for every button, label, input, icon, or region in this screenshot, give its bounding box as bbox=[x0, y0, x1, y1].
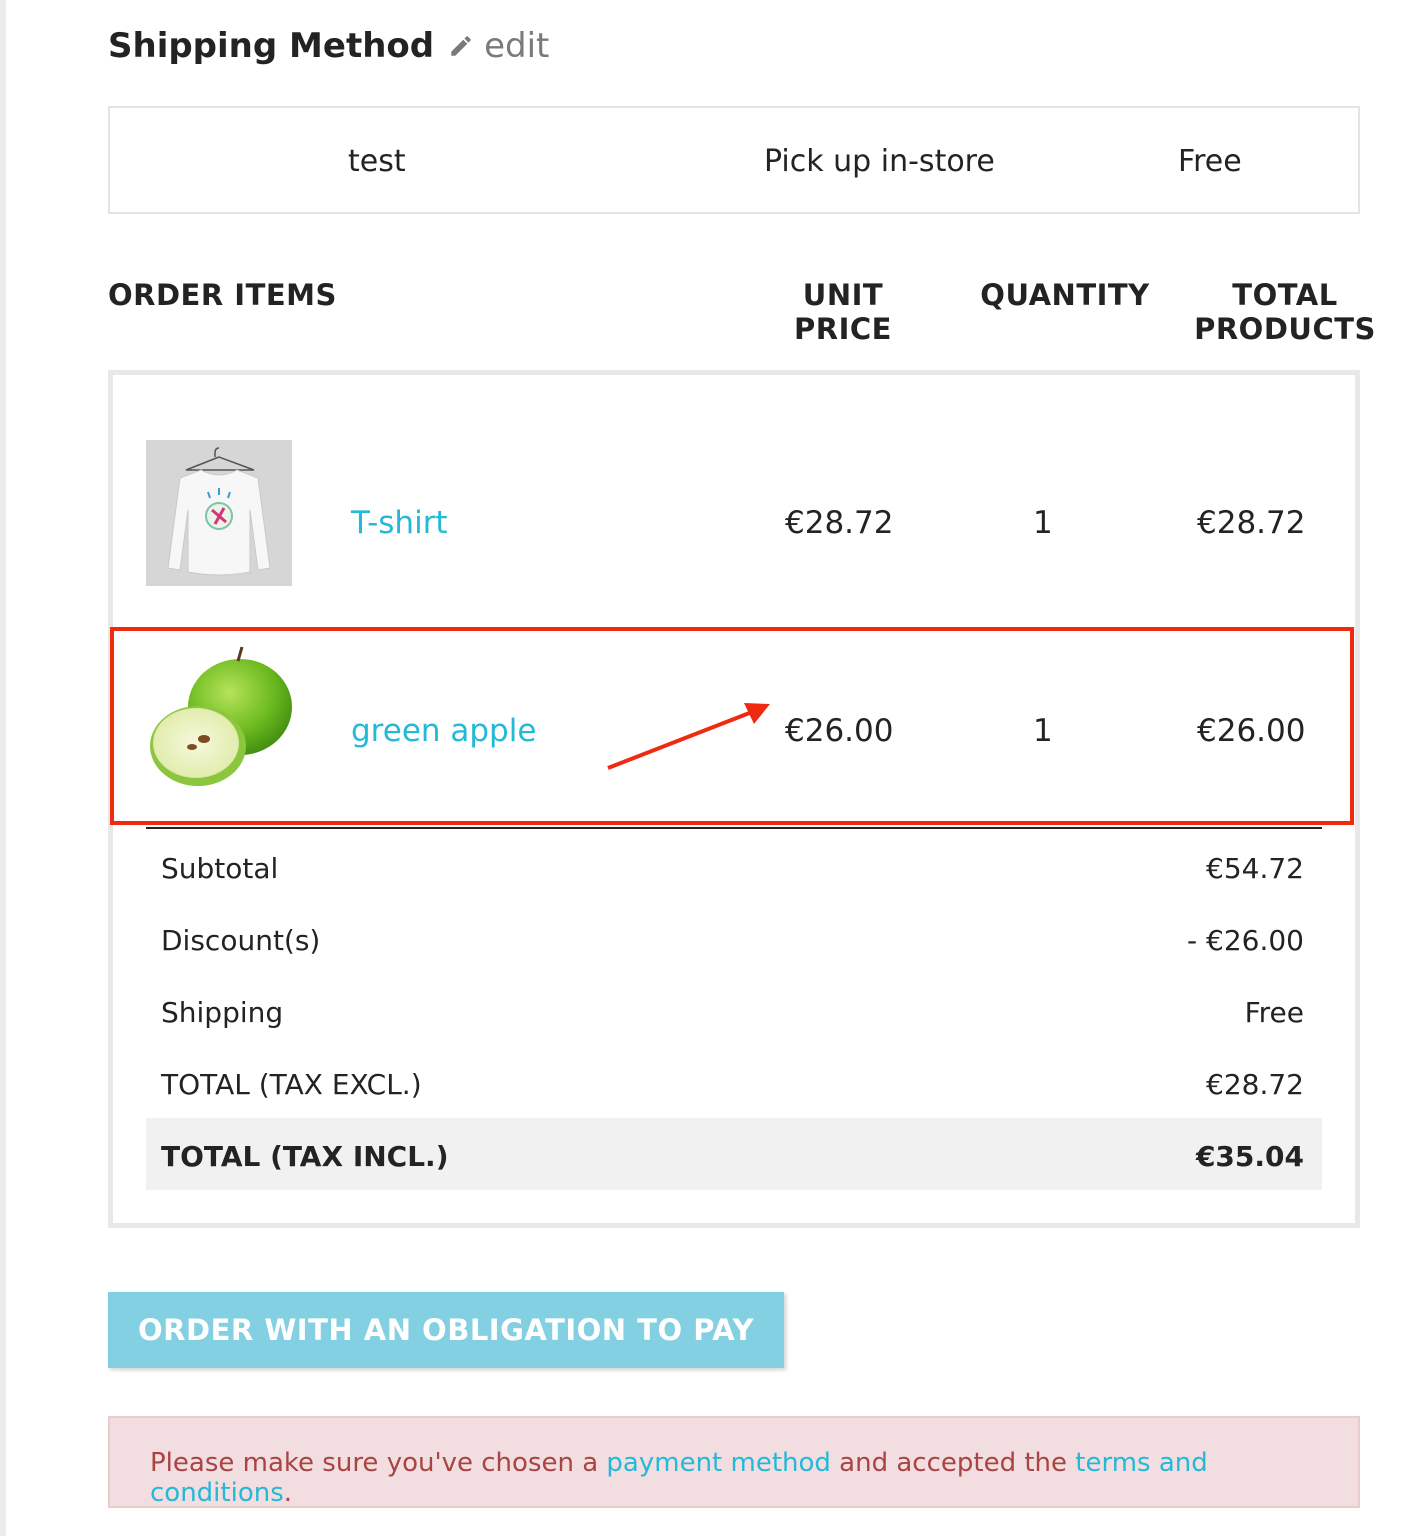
total-price: €28.72 bbox=[1197, 505, 1306, 541]
checkout-confirmation: Shipping Method edit test Pick up in-sto… bbox=[0, 0, 1420, 1536]
carrier-name: test bbox=[348, 144, 406, 179]
subtotal-value: €54.72 bbox=[1206, 852, 1304, 885]
tshirt-thumbnail[interactable] bbox=[146, 440, 292, 586]
alert-text-after: . bbox=[283, 1478, 293, 1508]
total-header-line1: TOTAL bbox=[1232, 278, 1338, 312]
payment-alert: Please make sure you've chosen a payment… bbox=[108, 1416, 1360, 1508]
unit-price: €26.00 bbox=[785, 713, 894, 749]
pencil-icon bbox=[448, 33, 474, 59]
shipping-method-title: Shipping Method bbox=[108, 26, 435, 66]
shipping-value: Free bbox=[1244, 996, 1304, 1029]
order-button[interactable]: ORDER WITH AN OBLIGATION TO PAY bbox=[108, 1292, 784, 1368]
shipping-row: Shipping Free bbox=[146, 974, 1322, 1046]
edit-shipping-link[interactable]: edit bbox=[448, 26, 549, 66]
discounts-row: Discount(s) - €26.00 bbox=[146, 902, 1322, 974]
summary-divider bbox=[146, 827, 1322, 829]
payment-method-link[interactable]: payment method bbox=[606, 1448, 831, 1478]
product-link-green-apple[interactable]: green apple bbox=[351, 713, 536, 749]
total-incl-value: €35.04 bbox=[1195, 1140, 1304, 1173]
product-link-tshirt[interactable]: T-shirt bbox=[351, 505, 448, 541]
shipping-label: Shipping bbox=[161, 996, 284, 1029]
green-apple-thumbnail[interactable] bbox=[146, 645, 292, 791]
quantity: 1 bbox=[1033, 505, 1053, 541]
unit-price-header: UNIT PRICE bbox=[780, 278, 906, 346]
total-header-line2: PRODUCTS bbox=[1194, 312, 1376, 346]
total-price: €26.00 bbox=[1197, 713, 1306, 749]
discounts-label: Discount(s) bbox=[161, 924, 321, 957]
shipping-method-box: test Pick up in-store Free bbox=[108, 106, 1360, 214]
quantity-header: QUANTITY bbox=[980, 278, 1150, 312]
alert-text-middle: and accepted the bbox=[830, 1448, 1076, 1478]
quantity: 1 bbox=[1033, 713, 1053, 749]
order-item-row: T-shirt €28.72 1 €28.72 bbox=[113, 437, 1355, 597]
carrier-price: Free bbox=[1178, 144, 1242, 179]
total-incl-row: TOTAL (TAX INCL.) €35.04 bbox=[146, 1118, 1322, 1190]
shipping-method-header: Shipping Method edit bbox=[108, 26, 549, 66]
total-excl-value: €28.72 bbox=[1206, 1068, 1304, 1101]
discounts-value: - €26.00 bbox=[1187, 924, 1304, 957]
carrier-delay: Pick up in-store bbox=[764, 144, 995, 179]
alert-text-before: Please make sure you've chosen a bbox=[150, 1448, 607, 1478]
unit-price: €28.72 bbox=[785, 505, 894, 541]
total-excl-row: TOTAL (TAX EXCL.) €28.72 bbox=[146, 1046, 1322, 1118]
total-incl-label: TOTAL (TAX INCL.) bbox=[161, 1140, 449, 1173]
subtotal-label: Subtotal bbox=[161, 852, 279, 885]
total-excl-label: TOTAL (TAX EXCL.) bbox=[161, 1068, 422, 1101]
unit-price-header-line1: UNIT bbox=[802, 278, 884, 312]
subtotal-row: Subtotal €54.72 bbox=[146, 830, 1322, 902]
order-items-heading: ORDER ITEMS bbox=[108, 278, 337, 312]
unit-price-header-line2: PRICE bbox=[794, 312, 892, 346]
edit-label: edit bbox=[484, 26, 550, 66]
order-item-row: green apple €26.00 1 €26.00 bbox=[113, 645, 1355, 805]
total-products-header: TOTAL PRODUCTS bbox=[1190, 278, 1380, 346]
